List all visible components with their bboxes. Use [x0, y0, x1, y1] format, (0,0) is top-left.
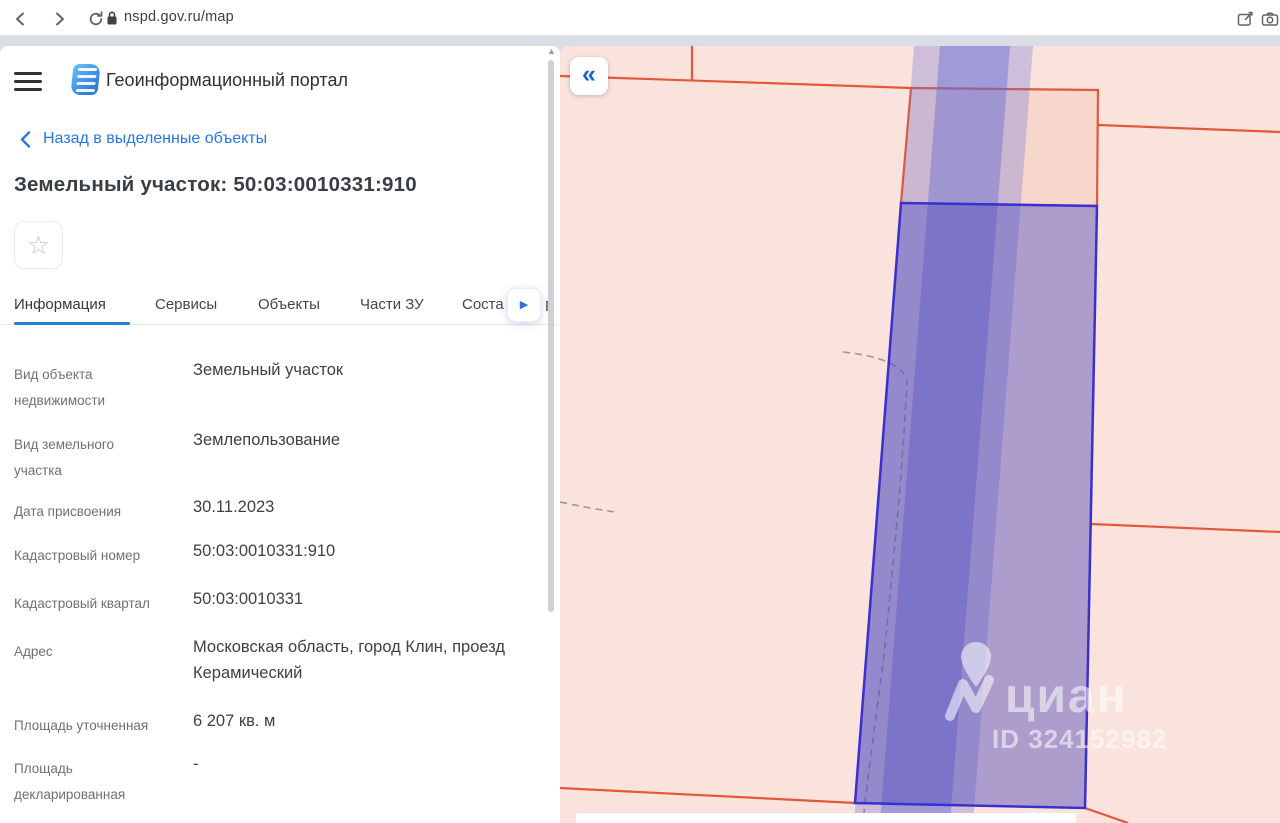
star-icon: ☆ [27, 232, 50, 258]
field-value: - [193, 752, 538, 778]
forward-icon[interactable] [50, 10, 68, 28]
field-value: Земельный участок [193, 358, 538, 384]
chevron-right-icon: ▶ [520, 300, 528, 311]
map-canvas[interactable]: циан ID 324152982 « [560, 46, 1280, 823]
page-title: Земельный участок: 50:03:0010331:910 [14, 173, 417, 197]
lock-icon[interactable] [103, 9, 121, 27]
field-label: Вид земельного участка [14, 432, 164, 483]
double-chevron-left-icon: « [582, 62, 596, 87]
field-value: Землепользование [193, 428, 538, 454]
active-tab-underline [14, 322, 130, 325]
tab-parcel-parts[interactable]: Части ЗУ [360, 296, 424, 313]
field-value: 30.11.2023 [193, 495, 538, 521]
field-row: Вид объекта недвижимости Земельный участ… [14, 358, 554, 424]
pin-edit-icon[interactable] [1236, 10, 1254, 28]
field-row: Адрес Московская область, город Клин, пр… [14, 635, 554, 705]
portal-title: Геоинформационный портал [106, 70, 348, 91]
back-icon[interactable] [12, 10, 30, 28]
panel-scrollbar: ▲ [544, 46, 558, 823]
tab-objects[interactable]: Объекты [258, 296, 320, 313]
watermark-id-text: ID 324152982 [992, 724, 1167, 754]
info-panel: Геоинформационный портал Назад в выделен… [0, 46, 560, 823]
map-scale-strip [576, 813, 1076, 823]
menu-icon[interactable] [14, 72, 42, 91]
back-link[interactable]: Назад в выделенные объекты [20, 130, 267, 148]
field-row: Кадастровый квартал 50:03:0010331 [14, 587, 554, 629]
field-label: Адрес [14, 639, 164, 665]
field-value: Московская область, город Клин, проезд К… [193, 635, 538, 686]
field-label: Площадь уточненная [14, 713, 164, 739]
tab-composition-clipped[interactable]: Соста [462, 296, 508, 313]
scrollbar-thumb[interactable] [548, 60, 554, 612]
field-row: Площадь декларированная - [14, 752, 554, 818]
browser-bar: nspd.gov.ru/map [0, 0, 1280, 36]
scroll-up-icon[interactable]: ▲ [547, 46, 556, 56]
field-label: Дата присвоения [14, 499, 164, 525]
field-value: 50:03:0010331:910 [193, 539, 538, 565]
tab-information[interactable]: Информация [14, 296, 106, 313]
field-row: Вид земельного участка Землепользование [14, 428, 554, 492]
field-row: Площадь уточненная 6 207 кв. м [14, 709, 554, 749]
field-label: Кадастровый номер [14, 543, 164, 569]
field-value: 6 207 кв. м [193, 709, 538, 735]
field-value: 50:03:0010331 [193, 587, 538, 613]
favorite-star-button[interactable]: ☆ [14, 221, 63, 269]
cian-brand-text: циан [1005, 670, 1128, 723]
field-label: Площадь декларированная [14, 756, 164, 807]
field-label: Вид объекта недвижимости [14, 362, 164, 413]
tab-services[interactable]: Сервисы [155, 296, 217, 313]
field-label: Кадастровый квартал [14, 591, 164, 617]
camera-icon[interactable] [1261, 10, 1279, 28]
portal-logo-icon [70, 64, 100, 95]
tabs-overflow-button[interactable]: ▶ [507, 288, 541, 322]
field-row: Дата присвоения 30.11.2023 [14, 495, 554, 535]
field-row: Кадастровый номер 50:03:0010331:910 [14, 539, 554, 581]
back-link-label: Назад в выделенные объекты [43, 130, 267, 148]
map-svg: циан ID 324152982 [560, 46, 1280, 823]
collapse-panel-button[interactable]: « [570, 57, 608, 95]
chevron-left-icon [20, 131, 31, 148]
url-text[interactable]: nspd.gov.ru/map [124, 9, 234, 25]
